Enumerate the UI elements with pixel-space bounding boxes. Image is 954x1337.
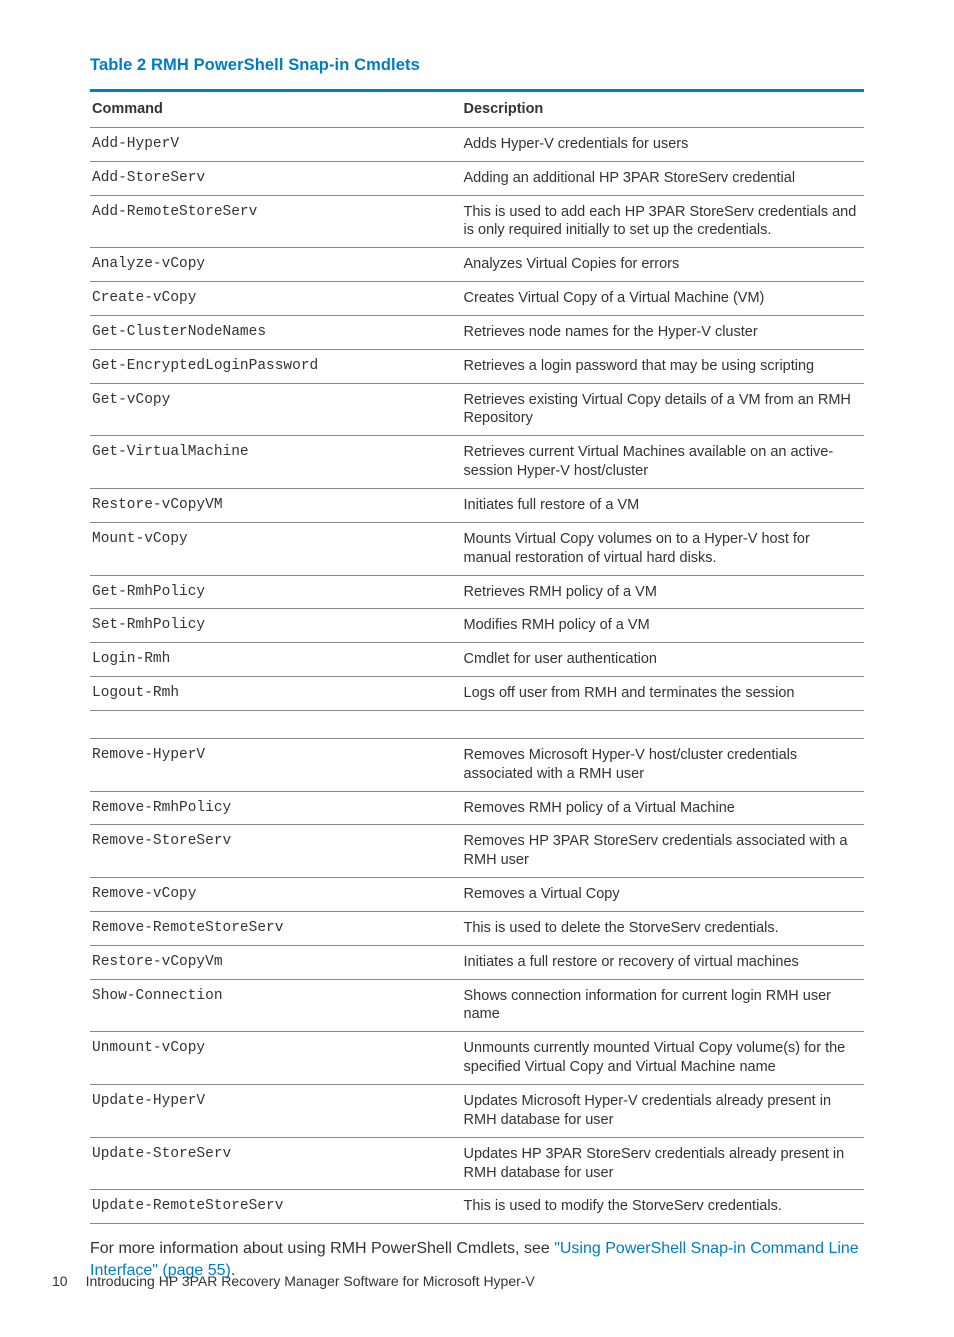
command-cell: Unmount-vCopy — [90, 1032, 462, 1085]
description-cell: Logs off user from RMH and terminates th… — [462, 677, 864, 711]
header-description: Description — [462, 91, 864, 128]
description-cell: This is used to add each HP 3PAR StoreSe… — [462, 195, 864, 248]
table-row: Mount-vCopyMounts Virtual Copy volumes o… — [90, 522, 864, 575]
command-cell: Mount-vCopy — [90, 522, 462, 575]
table-row: Unmount-vCopyUnmounts currently mounted … — [90, 1032, 864, 1085]
description-cell: Cmdlet for user authentication — [462, 643, 864, 677]
table-row: Analyze-vCopyAnalyzes Virtual Copies for… — [90, 248, 864, 282]
description-cell: Updates HP 3PAR StoreServ credentials al… — [462, 1137, 864, 1190]
empty-cell — [90, 710, 462, 738]
table-row: Get-ClusterNodeNamesRetrieves node names… — [90, 315, 864, 349]
description-cell: Retrieves existing Virtual Copy details … — [462, 383, 864, 436]
table-row: Add-StoreServAdding an additional HP 3PA… — [90, 161, 864, 195]
description-cell: Initiates a full restore or recovery of … — [462, 945, 864, 979]
table-caption: Table 2 RMH PowerShell Snap-in Cmdlets — [90, 56, 864, 75]
description-cell: Analyzes Virtual Copies for errors — [462, 248, 864, 282]
command-cell: Remove-RemoteStoreServ — [90, 911, 462, 945]
description-cell: Modifies RMH policy of a VM — [462, 609, 864, 643]
command-cell: Get-ClusterNodeNames — [90, 315, 462, 349]
cmdlet-table: Command Description Add-HyperVAdds Hyper… — [90, 89, 864, 1224]
table-row: Remove-HyperVRemoves Microsoft Hyper-V h… — [90, 738, 864, 791]
command-cell: Get-VirtualMachine — [90, 436, 462, 489]
table-row: Get-RmhPolicyRetrieves RMH policy of a V… — [90, 575, 864, 609]
table-row: Get-vCopyRetrieves existing Virtual Copy… — [90, 383, 864, 436]
table-row: Logout-RmhLogs off user from RMH and ter… — [90, 677, 864, 711]
command-cell: Logout-Rmh — [90, 677, 462, 711]
table-row: Show-ConnectionShows connection informat… — [90, 979, 864, 1032]
table-header-row: Command Description — [90, 91, 864, 128]
command-cell: Add-StoreServ — [90, 161, 462, 195]
table-row: Update-StoreServUpdates HP 3PAR StoreSer… — [90, 1137, 864, 1190]
description-cell: Initiates full restore of a VM — [462, 488, 864, 522]
command-cell: Get-EncryptedLoginPassword — [90, 349, 462, 383]
command-cell: Add-RemoteStoreServ — [90, 195, 462, 248]
header-command: Command — [90, 91, 462, 128]
empty-cell — [462, 710, 864, 738]
description-cell: Retrieves current Virtual Machines avail… — [462, 436, 864, 489]
description-cell: Retrieves a login password that may be u… — [462, 349, 864, 383]
table-row: Remove-StoreServRemoves HP 3PAR StoreSer… — [90, 825, 864, 878]
command-cell: Update-StoreServ — [90, 1137, 462, 1190]
command-cell: Get-RmhPolicy — [90, 575, 462, 609]
command-cell: Create-vCopy — [90, 282, 462, 316]
description-cell: Shows connection information for current… — [462, 979, 864, 1032]
command-cell: Analyze-vCopy — [90, 248, 462, 282]
description-cell: Retrieves node names for the Hyper-V clu… — [462, 315, 864, 349]
table-row: Update-RemoteStoreServThis is used to mo… — [90, 1190, 864, 1224]
table-row: Restore-vCopyVMInitiates full restore of… — [90, 488, 864, 522]
command-cell: Remove-RmhPolicy — [90, 791, 462, 825]
description-cell: Creates Virtual Copy of a Virtual Machin… — [462, 282, 864, 316]
page-number: 10 — [52, 1273, 68, 1289]
command-cell: Add-HyperV — [90, 127, 462, 161]
description-cell: Removes Microsoft Hyper-V host/cluster c… — [462, 738, 864, 791]
command-cell: Set-RmhPolicy — [90, 609, 462, 643]
description-cell: Removes a Virtual Copy — [462, 878, 864, 912]
command-cell: Show-Connection — [90, 979, 462, 1032]
table-row: Login-RmhCmdlet for user authentication — [90, 643, 864, 677]
description-cell: Adding an additional HP 3PAR StoreServ c… — [462, 161, 864, 195]
table-row: Get-EncryptedLoginPasswordRetrieves a lo… — [90, 349, 864, 383]
document-page: Table 2 RMH PowerShell Snap-in Cmdlets C… — [0, 0, 954, 1337]
command-cell: Remove-vCopy — [90, 878, 462, 912]
description-cell: Removes HP 3PAR StoreServ credentials as… — [462, 825, 864, 878]
table-row — [90, 710, 864, 738]
description-cell: Removes RMH policy of a Virtual Machine — [462, 791, 864, 825]
table-row: Add-RemoteStoreServThis is used to add e… — [90, 195, 864, 248]
table-row: Add-HyperVAdds Hyper-V credentials for u… — [90, 127, 864, 161]
table-row: Update-HyperVUpdates Microsoft Hyper-V c… — [90, 1085, 864, 1138]
description-cell: Updates Microsoft Hyper-V credentials al… — [462, 1085, 864, 1138]
description-cell: This is used to delete the StorveServ cr… — [462, 911, 864, 945]
description-cell: This is used to modify the StorveServ cr… — [462, 1190, 864, 1224]
command-cell: Login-Rmh — [90, 643, 462, 677]
command-cell: Restore-vCopyVM — [90, 488, 462, 522]
description-cell: Adds Hyper-V credentials for users — [462, 127, 864, 161]
command-cell: Update-HyperV — [90, 1085, 462, 1138]
table-row: Set-RmhPolicyModifies RMH policy of a VM — [90, 609, 864, 643]
footer-chapter-title: Introducing HP 3PAR Recovery Manager Sof… — [86, 1273, 535, 1289]
table-row: Remove-vCopyRemoves a Virtual Copy — [90, 878, 864, 912]
command-cell: Remove-HyperV — [90, 738, 462, 791]
command-cell: Remove-StoreServ — [90, 825, 462, 878]
table-row: Remove-RemoteStoreServThis is used to de… — [90, 911, 864, 945]
description-cell: Unmounts currently mounted Virtual Copy … — [462, 1032, 864, 1085]
table-row: Remove-RmhPolicyRemoves RMH policy of a … — [90, 791, 864, 825]
command-cell: Restore-vCopyVm — [90, 945, 462, 979]
body-pre-text: For more information about using RMH Pow… — [90, 1240, 554, 1257]
table-row: Restore-vCopyVmInitiates a full restore … — [90, 945, 864, 979]
page-footer: 10 Introducing HP 3PAR Recovery Manager … — [52, 1273, 535, 1289]
description-cell: Retrieves RMH policy of a VM — [462, 575, 864, 609]
description-cell: Mounts Virtual Copy volumes on to a Hype… — [462, 522, 864, 575]
table-row: Get-VirtualMachineRetrieves current Virt… — [90, 436, 864, 489]
command-cell: Update-RemoteStoreServ — [90, 1190, 462, 1224]
table-row: Create-vCopyCreates Virtual Copy of a Vi… — [90, 282, 864, 316]
command-cell: Get-vCopy — [90, 383, 462, 436]
